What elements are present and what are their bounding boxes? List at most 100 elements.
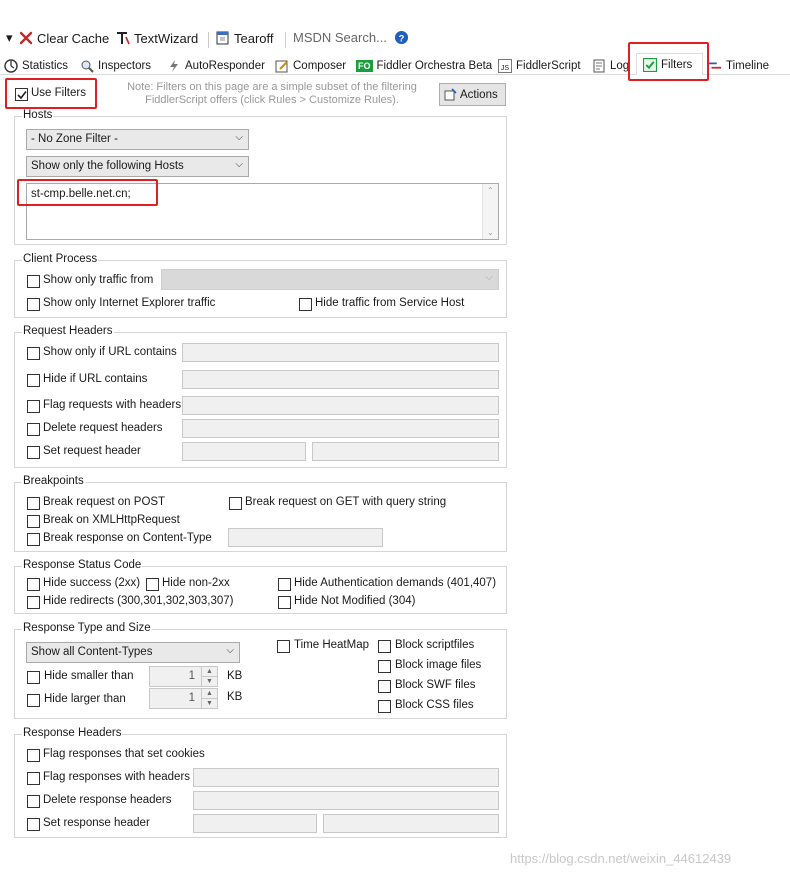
hide-non-2xx-label: Hide non-2xx (162, 577, 230, 589)
hide-larger-stepper[interactable]: 1 ▲ ▼ (149, 688, 218, 709)
hide-redirects-checkbox[interactable] (27, 596, 40, 609)
block-swf-checkbox[interactable] (378, 680, 391, 693)
flag-cookies-label: Flag responses that set cookies (43, 748, 205, 760)
process-dropdown[interactable]: ⌵ (161, 269, 499, 290)
tab-inspectors[interactable]: Inspectors (80, 56, 151, 75)
tab-log[interactable]: Log (592, 56, 629, 75)
show-if-url-checkbox[interactable] (27, 347, 40, 360)
clear-cache-icon (19, 31, 33, 45)
hide-not-modified-label: Hide Not Modified (304) (294, 595, 416, 607)
zone-filter-dropdown[interactable]: - No Zone Filter - ⌵ (26, 129, 249, 150)
textarea-scrollbar[interactable]: ⌃ ⌄ (482, 184, 498, 239)
host-filter-dropdown[interactable]: Show only the following Hosts ⌵ (26, 156, 249, 177)
flag-response-headers-label: Flag responses with headers (43, 771, 191, 783)
msdn-search-box[interactable]: MSDN Search... (293, 30, 387, 45)
text-wizard-icon (117, 32, 130, 45)
toolbar-divider (208, 32, 209, 48)
kb-unit-label: KB (227, 691, 243, 703)
flag-request-headers-label: Flag requests with headers (43, 399, 182, 411)
actions-button[interactable]: Actions (439, 83, 506, 106)
set-response-header-checkbox[interactable] (27, 818, 40, 831)
chevron-down-icon: ⌵ (485, 272, 493, 283)
response-headers-title: Response Headers (22, 727, 123, 739)
lightning-icon (170, 59, 178, 72)
show-only-ie-checkbox[interactable] (27, 298, 40, 311)
block-css-label: Block CSS files (395, 699, 474, 711)
help-icon[interactable]: ? (394, 30, 409, 45)
time-heatmap-label: Time HeatMap (294, 639, 369, 651)
hide-non-2xx-checkbox[interactable] (146, 578, 159, 591)
show-only-traffic-from-checkbox[interactable] (27, 275, 40, 288)
scroll-up-icon[interactable]: ⌃ (487, 186, 494, 195)
break-content-type-input[interactable] (228, 528, 383, 547)
tab-fiddlerscript[interactable]: JS FiddlerScript (498, 56, 581, 75)
delete-response-headers-checkbox[interactable] (27, 795, 40, 808)
hide-smaller-checkbox[interactable] (27, 671, 40, 684)
hide-service-host-checkbox[interactable] (299, 298, 312, 311)
tab-statistics[interactable]: Statistics (4, 56, 68, 75)
flag-response-headers-checkbox[interactable] (27, 772, 40, 785)
block-image-label: Block image files (395, 659, 482, 671)
block-css-checkbox[interactable] (378, 700, 391, 713)
show-if-url-input[interactable] (182, 343, 499, 362)
block-script-checkbox[interactable] (378, 640, 391, 653)
hide-auth-label: Hide Authentication demands (401,407) (294, 577, 497, 589)
block-swf-label: Block SWF files (395, 679, 476, 691)
break-on-get-query-checkbox[interactable] (229, 497, 242, 510)
delete-request-headers-label: Delete request headers (43, 422, 163, 434)
set-response-header-name-input[interactable] (193, 814, 317, 833)
flag-request-headers-input[interactable] (182, 396, 499, 415)
toolbar-divider (285, 32, 286, 48)
tab-composer[interactable]: Composer (275, 56, 346, 75)
hide-success-checkbox[interactable] (27, 578, 40, 591)
hide-larger-checkbox[interactable] (27, 694, 40, 707)
flag-request-headers-checkbox[interactable] (27, 400, 40, 413)
kb-unit-label: KB (227, 670, 243, 682)
break-on-content-type-checkbox[interactable] (27, 533, 40, 546)
block-image-checkbox[interactable] (378, 660, 391, 673)
tab-fiddler-orchestra[interactable]: FO Fiddler Orchestra Beta (356, 56, 492, 75)
tab-timeline[interactable]: Timeline (708, 56, 769, 75)
toolbar-overflow-arrow[interactable]: ▾ (6, 30, 13, 46)
stepper-up-icon[interactable]: ▲ (201, 689, 217, 699)
scroll-down-icon[interactable]: ⌄ (487, 228, 494, 237)
filters-note: Note: Filters on this page are a simple … (127, 81, 417, 106)
tearoff-button[interactable]: Tearoff (215, 30, 274, 46)
set-response-header-value-input[interactable] (323, 814, 499, 833)
hide-auth-checkbox[interactable] (278, 578, 291, 591)
request-headers-title: Request Headers (22, 325, 114, 337)
flag-cookies-checkbox[interactable] (27, 749, 40, 762)
show-only-traffic-from-label: Show only traffic from (43, 274, 154, 286)
time-heatmap-checkbox[interactable] (277, 640, 290, 653)
set-request-header-name-input[interactable] (182, 442, 306, 461)
hide-smaller-stepper[interactable]: 1 ▲ ▼ (149, 666, 218, 687)
set-request-header-value-input[interactable] (312, 442, 499, 461)
flag-response-headers-input[interactable] (193, 768, 499, 787)
hide-smaller-label: Hide smaller than (44, 670, 134, 682)
set-request-header-checkbox[interactable] (27, 446, 40, 459)
stepper-down-icon[interactable]: ▼ (201, 677, 217, 687)
break-on-post-checkbox[interactable] (27, 497, 40, 510)
delete-response-headers-input[interactable] (193, 791, 499, 810)
breakpoints-title: Breakpoints (22, 475, 85, 487)
hide-if-url-checkbox[interactable] (27, 374, 40, 387)
tearoff-icon (216, 31, 229, 45)
log-icon (593, 59, 605, 72)
delete-request-headers-input[interactable] (182, 419, 499, 438)
clear-cache-button[interactable]: Clear Cache (18, 30, 109, 46)
statistics-icon (4, 58, 18, 73)
text-wizard-button[interactable]: TextWizard (115, 30, 198, 46)
hide-not-modified-checkbox[interactable] (278, 596, 291, 609)
fo-badge-icon: FO (356, 59, 373, 72)
hosts-title: Hosts (22, 109, 54, 121)
chevron-down-icon: ⌵ (226, 645, 234, 656)
tab-autoresponder[interactable]: AutoResponder (167, 56, 265, 75)
hide-if-url-input[interactable] (182, 370, 499, 389)
inspectors-icon (81, 60, 94, 73)
delete-request-headers-checkbox[interactable] (27, 423, 40, 436)
set-request-header-label: Set request header (43, 445, 141, 457)
break-on-xhr-checkbox[interactable] (27, 515, 40, 528)
content-types-dropdown[interactable]: Show all Content-Types ⌵ (26, 642, 240, 663)
stepper-up-icon[interactable]: ▲ (201, 667, 217, 677)
stepper-down-icon[interactable]: ▼ (201, 699, 217, 709)
